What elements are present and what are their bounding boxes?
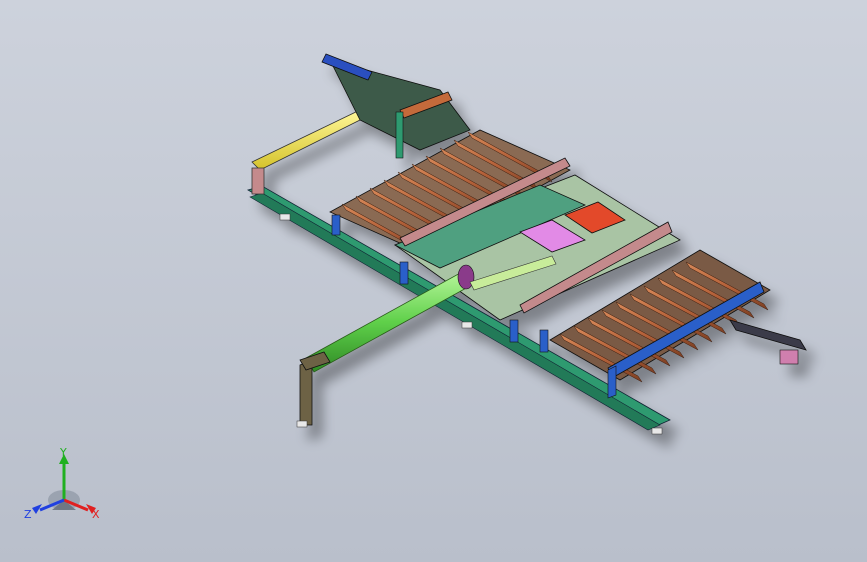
center-leg-3: [539, 329, 549, 353]
cad-viewport[interactable]: Y X Z: [0, 0, 867, 562]
foot-2: [461, 321, 473, 329]
foot-3: [651, 427, 663, 435]
foot-1: [279, 213, 291, 221]
green-cylinder: [305, 271, 471, 373]
foot-4: [296, 420, 308, 428]
assembly-group: [246, 53, 807, 435]
blue-support-leg: [607, 365, 617, 399]
olive-leg-top: [299, 351, 331, 371]
right-extension-rail: [729, 319, 807, 351]
green-post: [395, 111, 404, 159]
center-leg-2: [509, 319, 519, 343]
z-axis-label: Z: [24, 508, 32, 521]
right-end-bracket: [779, 349, 799, 365]
y-axis-label: Y: [59, 448, 67, 459]
left-leg: [331, 214, 341, 236]
yellow-arm: [251, 109, 369, 171]
conveyor-assembly-model[interactable]: [0, 0, 867, 562]
yellow-arm-post: [251, 167, 265, 195]
x-axis-label: X: [92, 508, 100, 521]
axis-triad: Y X Z: [24, 448, 100, 521]
center-leg-1: [399, 261, 409, 285]
